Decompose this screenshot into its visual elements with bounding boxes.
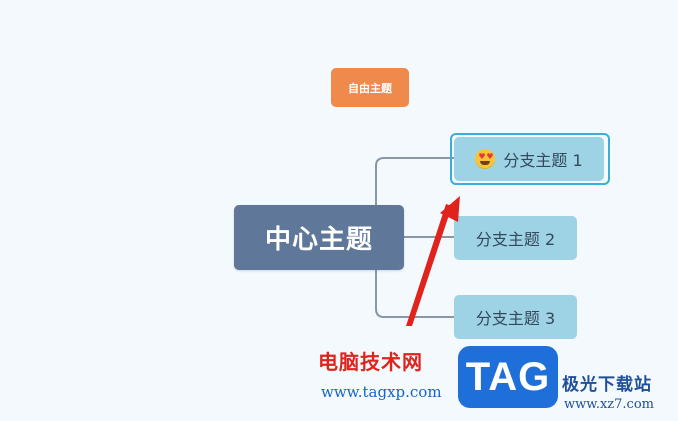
watermark-logo-text: TAG [465, 354, 551, 399]
watermark-site-url: www.tagxp.com [321, 383, 442, 401]
watermark-site-name: 电脑技术网 [318, 350, 423, 374]
watermark-tag-logo: TAG [458, 346, 558, 408]
watermark-site-name-2: 极光下载站 [562, 375, 652, 395]
watermark-site-url-2: www.xz7.com [564, 397, 654, 412]
